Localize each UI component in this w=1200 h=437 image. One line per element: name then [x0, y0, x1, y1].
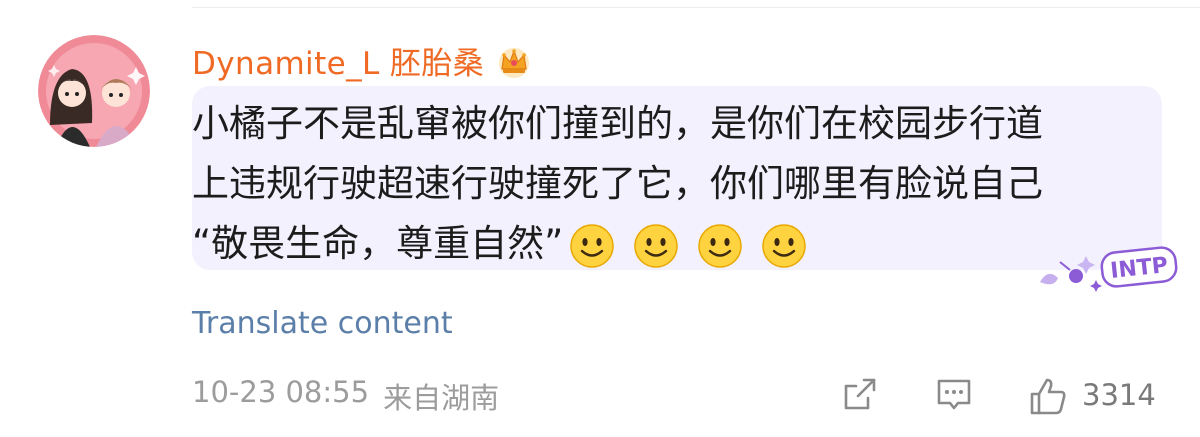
smile-emoji-icon	[570, 223, 615, 268]
comment-line: 小橘子不是乱窜被你们撞到的，是你们在校园步行道	[192, 102, 1043, 145]
avatar-illustration	[38, 35, 150, 147]
avatar[interactable]	[38, 35, 150, 147]
smile-emoji-icon	[762, 223, 807, 268]
comment-meta: 10-23 08:55 来自湖南	[192, 375, 499, 417]
comment-line: 上违规行驶超速行驶撞死了它，你们哪里有脸说自己	[192, 162, 1043, 205]
comment-line: “敬畏生命，尊重自然”	[192, 222, 564, 265]
crown-icon	[499, 47, 530, 78]
top-divider	[192, 7, 1200, 8]
smile-emoji-icon	[698, 223, 743, 268]
comment-text: 小橘子不是乱窜被你们撞到的，是你们在校园步行道 上违规行驶超速行驶撞死了它，你们…	[192, 94, 1142, 270]
like-count: 3314	[1082, 378, 1156, 412]
translate-link[interactable]: Translate content	[192, 306, 453, 341]
username-row[interactable]: Dynamite_L 胚胎桑	[192, 38, 534, 83]
thumbs-up-icon[interactable]	[1026, 374, 1070, 418]
comment-icon[interactable]	[934, 374, 974, 414]
action-bar: 3314	[840, 372, 1170, 420]
location: 来自湖南	[383, 381, 500, 415]
emoji-row	[569, 223, 807, 269]
share-icon[interactable]	[840, 374, 880, 414]
smile-emoji-icon	[634, 223, 679, 268]
username[interactable]: Dynamite_L 胚胎桑	[192, 38, 484, 83]
timestamp: 10-23 08:55	[192, 375, 370, 409]
intp-sticker: INTP	[1040, 246, 1178, 292]
comment-bubble: 小橘子不是乱窜被你们撞到的，是你们在校园步行道 上违规行驶超速行驶撞死了它，你们…	[192, 86, 1162, 270]
comment-line-last: “敬畏生命，尊重自然”	[192, 214, 1142, 270]
